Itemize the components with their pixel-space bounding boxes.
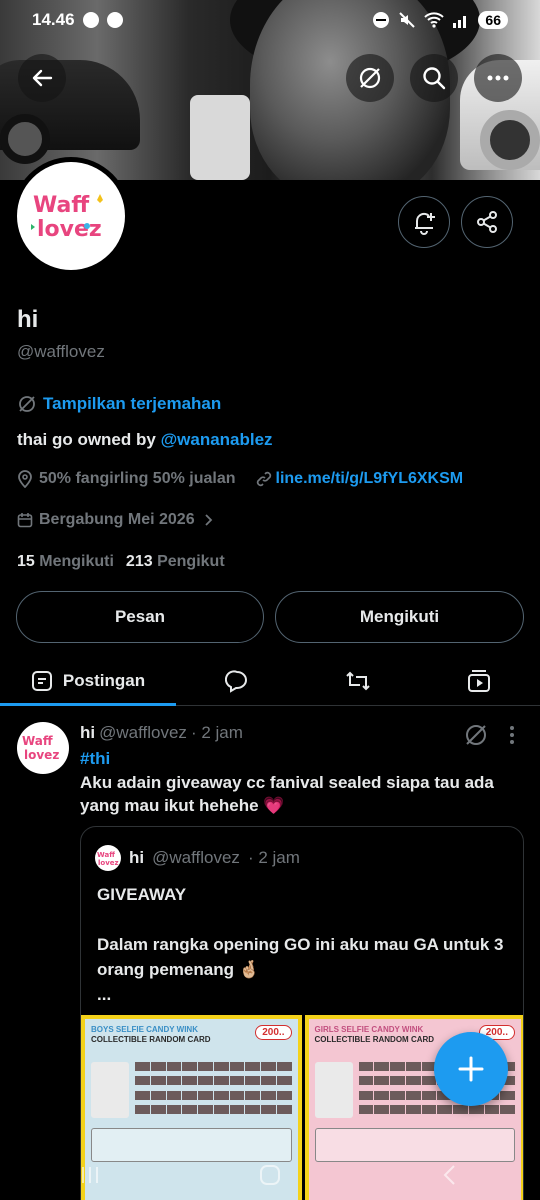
signal-icon	[453, 16, 467, 28]
message-button[interactable]: Pesan	[16, 591, 264, 643]
profile-tabs: Postingan	[0, 656, 540, 706]
tweet-avatar[interactable]: Waff lovez	[17, 722, 69, 774]
repost-icon	[346, 671, 370, 690]
dnd-icon	[373, 12, 390, 28]
mute-icon	[399, 12, 416, 28]
posts-icon	[31, 670, 52, 691]
search-icon	[423, 67, 446, 90]
followers-count: 213	[125, 553, 153, 570]
status-time: 14.46	[32, 10, 75, 29]
bio-mention-link[interactable]: @wananablez	[161, 430, 273, 449]
translate-icon	[19, 396, 35, 412]
back-button[interactable]	[18, 54, 66, 102]
follow-stats: 15 Mengikuti 213 Pengikut	[17, 553, 225, 571]
recent-apps-icon[interactable]	[78, 1163, 102, 1187]
tweet-more-icon[interactable]	[507, 724, 517, 746]
wafflovez-logo: Waff lovez	[97, 851, 119, 867]
quoted-tweet-header: Waff lovez hi @wafflovez · 2 jam	[95, 845, 300, 871]
tweet-author-name[interactable]: hi	[80, 723, 95, 743]
android-nav-bar	[0, 1150, 540, 1200]
battery-level: 66	[478, 11, 508, 29]
tab-posts-label: Postingan	[62, 670, 146, 690]
notify-button[interactable]	[398, 196, 450, 248]
quoted-time: · 2 jam	[247, 848, 300, 867]
profile-avatar[interactable]: Waff lovez	[12, 157, 130, 275]
tweet-header: hi @wafflovez · 2 jam	[80, 723, 243, 743]
followers-stat[interactable]: 213 Pengikut	[126, 553, 225, 571]
wifi-icon	[424, 12, 445, 28]
svg-text:lovez: lovez	[37, 217, 102, 242]
wafflovez-logo: Waff lovez	[22, 734, 59, 762]
joined-date[interactable]: Bergabung Mei 2026	[17, 511, 215, 529]
following-label: Mengikuti	[39, 553, 114, 570]
svg-text:Waff: Waff	[22, 734, 53, 748]
nav-back-icon[interactable]	[438, 1163, 462, 1187]
tweet-hashtag[interactable]: #thi	[80, 749, 110, 769]
translate-bio-link[interactable]: Tampilkan terjemahan	[17, 394, 221, 414]
calendar-icon	[17, 513, 33, 528]
svg-text:lovez: lovez	[98, 859, 119, 867]
followers-label: Pengikut	[157, 553, 225, 570]
share-button[interactable]	[461, 196, 513, 248]
plus-icon	[458, 1056, 484, 1082]
chevron-right-icon	[204, 514, 212, 526]
link-icon	[256, 471, 271, 487]
quoted-tweet[interactable]: Waff lovez hi @wafflovez · 2 jam GIVEAWA…	[80, 826, 524, 1200]
more-icon	[487, 75, 509, 81]
search-button[interactable]	[410, 54, 458, 102]
card-pack-image	[314, 1062, 353, 1118]
profile-link-text: line.me/ti/g/L9fYL6XKSM	[275, 470, 464, 487]
quoted-tweet-text: GIVEAWAY Dalam rangka opening GO ini aku…	[97, 885, 504, 1004]
quoted-author-name: hi	[129, 848, 145, 867]
tab-posts[interactable]: Postingan	[0, 656, 176, 706]
tab-replies[interactable]	[176, 656, 297, 705]
quoted-author-handle: @wafflovez	[152, 848, 240, 867]
svg-text:Waff: Waff	[97, 851, 115, 859]
svg-text:Waff: Waff	[33, 193, 90, 218]
home-icon[interactable]	[258, 1163, 282, 1187]
more-options-button[interactable]	[474, 54, 522, 102]
bio-text: thai go owned by	[17, 430, 161, 449]
quoted-avatar: Waff lovez	[95, 845, 121, 871]
line-notification-icon	[82, 12, 99, 28]
media-icon	[468, 669, 491, 692]
card-price: 200..	[255, 1025, 292, 1040]
banner-bag	[190, 95, 250, 180]
following-stat[interactable]: 15 Mengikuti	[17, 553, 114, 571]
profile-meta: 50% fangirling 50% jualan line.me/ti/g/L…	[17, 470, 463, 488]
tweet-time: · 2 jam	[190, 723, 243, 742]
location-text: 50% fangirling 50% jualan	[39, 470, 236, 487]
profile-link[interactable]: line.me/ti/g/L9fYL6XKSM	[256, 470, 464, 488]
card-pack-image	[91, 1062, 129, 1118]
status-bar: 14.46 66	[0, 0, 540, 40]
compose-button[interactable]	[434, 1032, 508, 1106]
translate-icon	[359, 67, 381, 89]
share-icon	[477, 211, 497, 233]
translate-profile-button[interactable]	[346, 54, 394, 102]
translate-label: Tampilkan terjemahan	[43, 394, 222, 413]
following-button[interactable]: Mengikuti	[275, 591, 524, 643]
reply-icon	[224, 669, 247, 693]
location-icon	[18, 470, 32, 488]
tab-media[interactable]	[419, 656, 540, 705]
joined-text: Bergabung Mei 2026	[39, 511, 195, 528]
profile-bio: thai go owned by @wananablez	[17, 430, 273, 450]
tab-reposts[interactable]	[297, 656, 418, 705]
tweet-author-handle[interactable]: @wafflovez	[99, 723, 187, 743]
card-thumbnails	[135, 1062, 292, 1118]
wafflovez-logo: Waff lovez	[31, 193, 103, 242]
svg-text:lovez: lovez	[24, 748, 59, 762]
bell-plus-icon	[415, 212, 435, 235]
profile-handle: @wafflovez	[17, 342, 105, 361]
tweet-translate-icon[interactable]	[463, 722, 489, 748]
display-name: hi	[17, 306, 39, 333]
tweet-text: Aku adain giveaway cc fanival sealed sia…	[80, 773, 494, 815]
whatsapp-notification-icon	[106, 12, 123, 28]
arrow-left-icon	[32, 69, 53, 87]
following-count: 15	[17, 553, 35, 570]
